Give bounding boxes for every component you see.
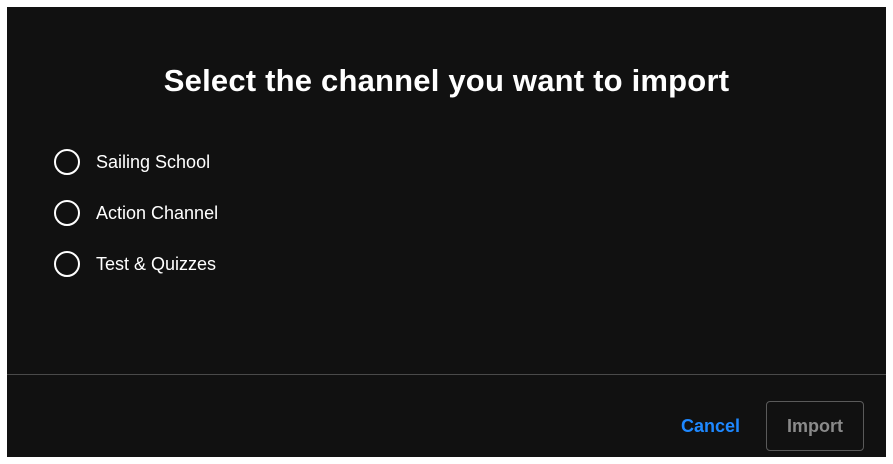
dialog-title: Select the channel you want to import — [163, 63, 730, 98]
dialog-footer: Cancel Import — [681, 401, 864, 451]
cancel-button[interactable]: Cancel — [681, 416, 740, 437]
import-button[interactable]: Import — [766, 401, 864, 451]
radio-button[interactable] — [54, 251, 80, 277]
radio-button[interactable] — [54, 200, 80, 226]
radio-button[interactable] — [54, 149, 80, 175]
channel-options: Sailing School Action Channel Test & Qui… — [54, 147, 218, 300]
channel-option-label: Action Channel — [96, 202, 219, 223]
import-channel-dialog: Select the channel you want to import Sa… — [7, 7, 886, 457]
footer-divider — [7, 374, 886, 375]
channel-option-label: Test & Quizzes — [96, 253, 217, 274]
channel-option-label: Sailing School — [96, 151, 211, 172]
channel-option-sailing-school[interactable]: Sailing School — [54, 147, 218, 177]
channel-option-test-quizzes[interactable]: Test & Quizzes — [54, 249, 218, 279]
channel-option-action-channel[interactable]: Action Channel — [54, 198, 218, 228]
